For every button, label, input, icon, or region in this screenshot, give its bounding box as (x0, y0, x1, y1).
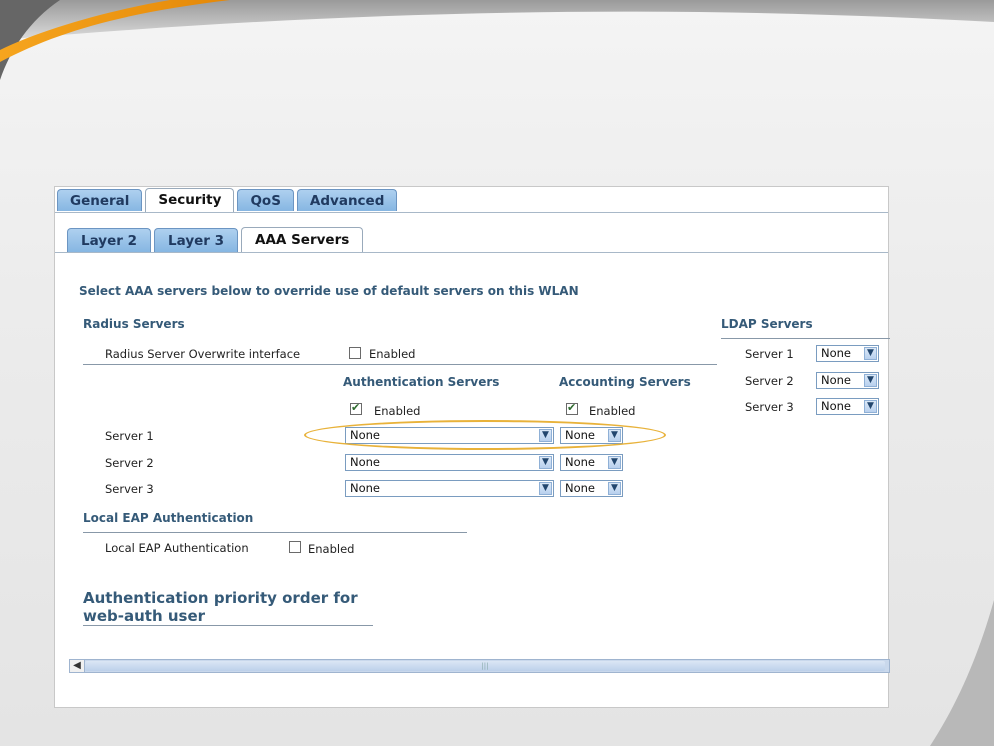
chevron-down-icon: ▼ (539, 456, 552, 469)
radius-overwrite-enabled-label: Enabled (369, 347, 416, 361)
ldap-servers-heading: LDAP Servers (721, 317, 813, 331)
auth-server2-select[interactable]: None ▼ (345, 454, 554, 471)
priority-order-heading: Authentication priority order for web-au… (83, 589, 358, 625)
radius-server2-label: Server 2 (105, 456, 154, 470)
subtab-layer3[interactable]: Layer 3 (154, 228, 239, 252)
radius-server3-label: Server 3 (105, 482, 154, 496)
auth-enabled-checkbox[interactable] (350, 401, 362, 415)
acct-enabled-label: Enabled (589, 404, 636, 418)
local-eap-heading: Local EAP Authentication (83, 511, 254, 525)
scrollbar-thumb[interactable]: ||| (85, 661, 885, 671)
chevron-down-icon: ▼ (864, 400, 877, 413)
auth-server3-select[interactable]: None ▼ (345, 480, 554, 497)
subtab-divider (55, 252, 888, 253)
local-eap-checkbox[interactable] (289, 541, 301, 553)
acct-enabled-checkbox[interactable] (566, 401, 578, 415)
subtab-aaa-servers[interactable]: AAA Servers (241, 227, 364, 253)
radius-divider (83, 364, 717, 365)
ldap-server1-label: Server 1 (745, 347, 794, 361)
tab-advanced[interactable]: Advanced (296, 189, 398, 211)
chevron-down-icon: ▼ (608, 456, 621, 469)
acct-server3-select[interactable]: None ▼ (560, 480, 623, 497)
intro-text: Select AAA servers below to override use… (79, 284, 579, 298)
horizontal-scrollbar[interactable]: ◀ ||| (69, 659, 890, 673)
chevron-down-icon: ▼ (864, 374, 877, 387)
radius-overwrite-label: Radius Server Overwrite interface (105, 347, 301, 361)
ldap-server2-select[interactable]: None ▼ (816, 372, 879, 389)
tab-security[interactable]: Security (145, 188, 235, 213)
ldap-divider (721, 338, 890, 339)
local-eap-label: Local EAP Authentication (105, 541, 249, 555)
accounting-servers-header: Accounting Servers (559, 375, 691, 389)
wlan-config-panel: General Security QoS Advanced Layer 2 La… (54, 186, 890, 708)
ldap-server2-label: Server 2 (745, 374, 794, 388)
top-tabs: General Security QoS Advanced (57, 188, 400, 213)
auth-server1-select[interactable]: None ▼ (345, 427, 554, 444)
chevron-down-icon: ▼ (608, 429, 621, 442)
ldap-server1-select[interactable]: None ▼ (816, 345, 879, 362)
scroll-left-icon[interactable]: ◀ (70, 660, 85, 672)
chevron-down-icon: ▼ (539, 482, 552, 495)
subtab-layer2[interactable]: Layer 2 (67, 228, 152, 252)
ldap-server3-select[interactable]: None ▼ (816, 398, 879, 415)
chevron-down-icon: ▼ (539, 429, 552, 442)
acct-server1-select[interactable]: None ▼ (560, 427, 623, 444)
chevron-down-icon: ▼ (608, 482, 621, 495)
local-eap-divider (83, 532, 467, 533)
priority-heading-line1: Authentication priority order for (83, 589, 358, 607)
radius-overwrite-checkbox[interactable] (349, 347, 361, 359)
tab-general[interactable]: General (57, 189, 143, 211)
sub-tabs: Layer 2 Layer 3 AAA Servers (67, 227, 366, 253)
authentication-servers-header: Authentication Servers (343, 375, 500, 389)
local-eap-enabled-label: Enabled (308, 542, 355, 556)
ldap-server3-label: Server 3 (745, 400, 794, 414)
radius-server1-label: Server 1 (105, 429, 154, 443)
acct-server2-select[interactable]: None ▼ (560, 454, 623, 471)
priority-divider (83, 625, 373, 626)
auth-enabled-label: Enabled (374, 404, 421, 418)
tab-qos[interactable]: QoS (237, 189, 294, 211)
priority-heading-line2: web-auth user (83, 607, 206, 625)
tab-divider (55, 212, 888, 213)
radius-servers-heading: Radius Servers (83, 317, 185, 331)
chevron-down-icon: ▼ (864, 347, 877, 360)
